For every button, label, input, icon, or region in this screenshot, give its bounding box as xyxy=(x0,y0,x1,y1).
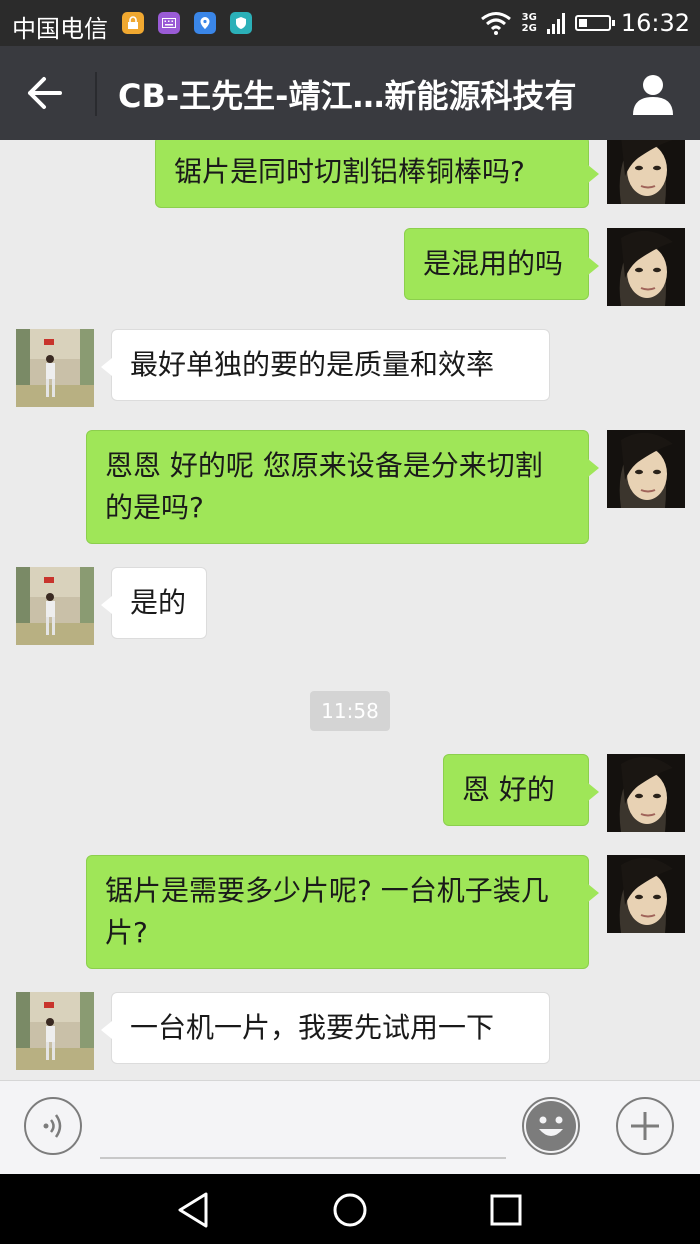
network-2g: 2G xyxy=(521,23,537,34)
message-bubble-outgoing[interactable]: 恩恩 好的呢 您原来设备是分来切割的是吗? xyxy=(86,430,599,544)
system-navigation-bar xyxy=(0,1174,700,1244)
signal-icon xyxy=(546,13,565,34)
lock-app-icon xyxy=(122,12,144,34)
chat-message-list[interactable]: 锯片是同时切割铝棒铜棒吗? 是混用的吗 最好单独的要的是质量和效率 恩恩 好的呢… xyxy=(0,140,700,1080)
my-avatar[interactable] xyxy=(607,754,685,832)
message-bubble-incoming[interactable]: 一台机一片，我要先试用一下 xyxy=(101,992,550,1064)
contact-avatar[interactable] xyxy=(16,567,94,645)
more-actions-button[interactable] xyxy=(616,1097,674,1155)
text-input-field[interactable] xyxy=(100,1157,506,1159)
my-avatar[interactable] xyxy=(607,228,685,306)
plus-icon xyxy=(631,1112,659,1140)
nav-back-icon[interactable] xyxy=(172,1188,216,1232)
notification-icons xyxy=(122,12,252,34)
contact-profile-icon[interactable] xyxy=(630,71,676,117)
battery-level xyxy=(578,19,587,27)
message-bubble-outgoing[interactable]: 锯片是同时切割铝棒铜棒吗? xyxy=(155,140,599,208)
carrier-name: 中国电信 xyxy=(12,15,108,43)
shield-app-icon xyxy=(230,12,252,34)
my-avatar[interactable] xyxy=(607,140,685,204)
emoji-smile-icon xyxy=(526,1101,576,1151)
message-bubble-incoming[interactable]: 最好单独的要的是质量和效率 xyxy=(101,329,550,401)
woman-portrait-icon xyxy=(607,855,685,933)
emoji-button[interactable] xyxy=(522,1097,580,1155)
message-bubble-outgoing[interactable]: 是混用的吗 xyxy=(404,228,599,300)
my-avatar[interactable] xyxy=(607,430,685,508)
message-input-bar xyxy=(0,1080,700,1174)
woman-portrait-icon xyxy=(607,140,685,204)
back-arrow-icon[interactable] xyxy=(22,73,66,113)
message-bubble-outgoing[interactable]: 锯片是需要多少片呢? 一台机子装几片? xyxy=(86,855,599,969)
message-bubble-incoming[interactable]: 是的 xyxy=(101,567,207,639)
battery-icon xyxy=(574,15,615,31)
network-type: 3G 2G xyxy=(522,12,537,34)
keyboard-app-icon xyxy=(158,12,180,34)
woman-portrait-icon xyxy=(607,430,685,508)
network-3g: 3G xyxy=(521,12,537,23)
contact-photo-icon xyxy=(16,992,94,1070)
contact-avatar[interactable] xyxy=(16,329,94,407)
chat-title: CB-王先生-靖江…新能源科技有 xyxy=(118,77,577,115)
contact-avatar[interactable] xyxy=(16,992,94,1070)
wifi-icon xyxy=(480,12,511,35)
clock: 16:32 xyxy=(620,9,690,37)
woman-portrait-icon xyxy=(607,754,685,832)
nav-home-icon[interactable] xyxy=(328,1188,372,1232)
nav-recent-apps-icon[interactable] xyxy=(484,1188,528,1232)
status-bar: 中国电信 3G 2G 16:32 xyxy=(0,0,700,46)
my-avatar[interactable] xyxy=(607,855,685,933)
woman-portrait-icon xyxy=(607,228,685,306)
voice-input-button[interactable] xyxy=(24,1097,82,1155)
chat-header: CB-王先生-靖江…新能源科技有 xyxy=(0,46,700,140)
contact-photo-icon xyxy=(16,567,94,645)
voice-icon xyxy=(43,1114,62,1138)
contact-photo-icon xyxy=(16,329,94,407)
location-app-icon xyxy=(194,12,216,34)
message-bubble-outgoing[interactable]: 恩 好的 xyxy=(443,754,599,826)
header-divider xyxy=(95,72,97,116)
message-timestamp: 11:58 xyxy=(310,691,390,731)
